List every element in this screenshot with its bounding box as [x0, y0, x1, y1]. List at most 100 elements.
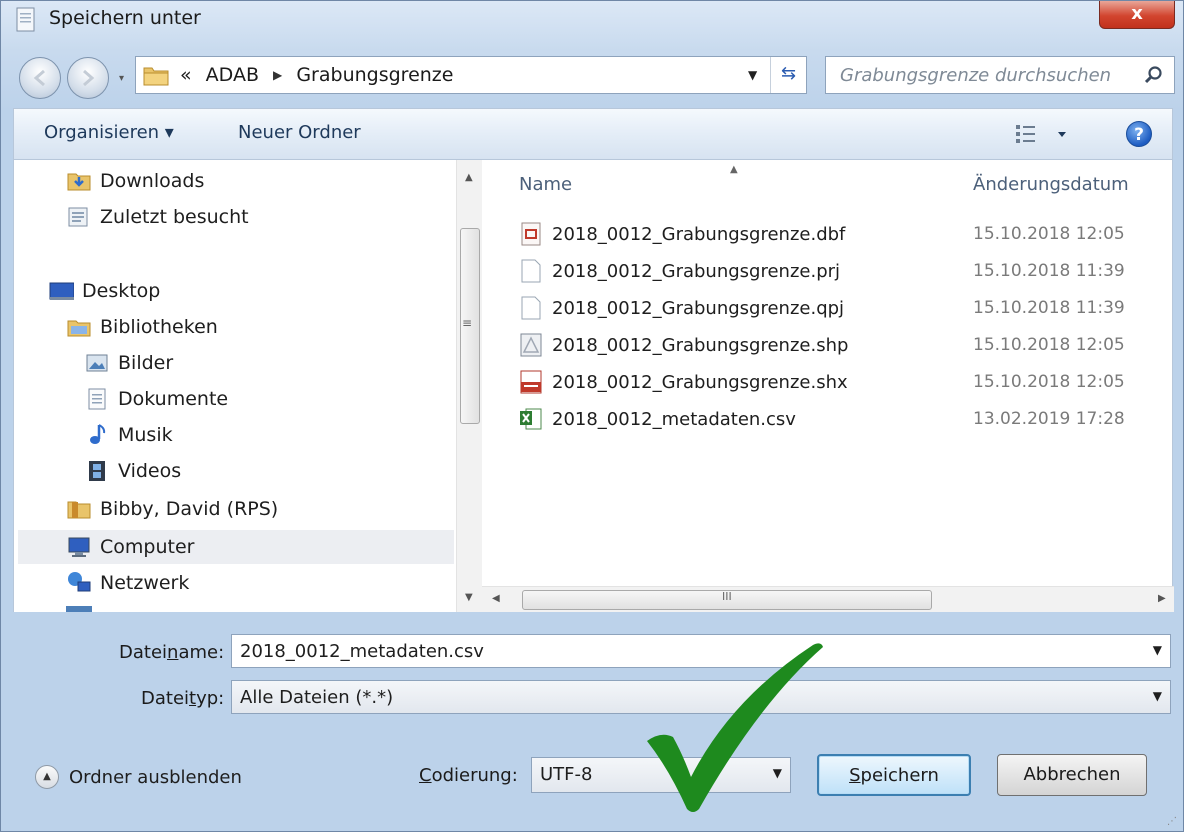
sidebar-item-documents[interactable]: Dokumente: [84, 382, 228, 416]
sidebar-item-downloads[interactable]: Downloads: [66, 164, 204, 198]
file-name: 2018_0012_Grabungsgrenze.shx: [552, 371, 848, 393]
file-date: 15.10.2018 11:39: [973, 298, 1125, 318]
command-bar: Organisieren ▾ Neuer Ordner ?: [13, 108, 1173, 160]
file-date: 13.02.2019 17:28: [973, 409, 1125, 429]
user-folder-icon: [66, 496, 92, 522]
encoding-value: UTF-8: [540, 764, 593, 785]
navigation-scrollbar[interactable]: ▲ ≡ ▼: [456, 160, 482, 612]
forward-button[interactable]: [67, 57, 109, 99]
file-row[interactable]: 2018_0012_Grabungsgrenze.prj 15.10.2018 …: [518, 254, 1168, 288]
column-header-date[interactable]: Änderungsdatum: [973, 174, 1129, 195]
back-button[interactable]: [19, 57, 61, 99]
close-icon: x: [1131, 3, 1143, 24]
column-header-name[interactable]: Name: [519, 174, 572, 195]
collapse-arrow-icon: ▲: [35, 765, 59, 789]
sidebar-item-label: Bibby, David (RPS): [100, 498, 279, 520]
sidebar-item-videos[interactable]: Videos: [84, 454, 181, 488]
sidebar-item-user[interactable]: Bibby, David (RPS): [66, 492, 278, 526]
breadcrumb-separator-icon[interactable]: ▶: [273, 68, 282, 82]
new-folder-button[interactable]: Neuer Ordner: [238, 122, 361, 143]
breadcrumb-overflow[interactable]: «: [180, 64, 192, 86]
file-row[interactable]: 2018_0012_metadaten.csv 13.02.2019 17:28: [518, 402, 1168, 436]
chevron-down-icon[interactable]: ▼: [1153, 643, 1162, 657]
file-name: 2018_0012_Grabungsgrenze.dbf: [552, 223, 846, 245]
sidebar-item-network[interactable]: Netzwerk: [66, 566, 189, 600]
refresh-icon[interactable]: ⇆: [770, 57, 806, 93]
sidebar-item-recent[interactable]: Zuletzt besucht: [66, 200, 249, 234]
window-document-icon: [13, 6, 39, 34]
file-list-horizontal-scrollbar[interactable]: ◀ III ▶: [482, 586, 1174, 612]
recent-locations-dropdown[interactable]: ▾: [119, 73, 124, 84]
sidebar-item-computer[interactable]: Computer: [18, 530, 454, 564]
green-checkmark-icon: [647, 643, 823, 812]
view-options-icon: [1016, 125, 1066, 143]
sidebar-item-label: Musik: [118, 424, 173, 446]
sidebar-item-label: Computer: [100, 536, 195, 558]
downloads-folder-icon: [66, 168, 92, 194]
desktop-icon: [48, 278, 75, 304]
sidebar-item-label: Downloads: [100, 170, 205, 192]
shp-file-icon: [518, 332, 544, 358]
recent-places-icon: [66, 204, 92, 230]
file-list: ▲ Name Änderungsdatum 2018_0012_Grabungs…: [482, 160, 1174, 586]
videos-icon: [84, 458, 110, 484]
help-icon[interactable]: ?: [1126, 121, 1152, 147]
change-view-button[interactable]: [1014, 123, 1070, 150]
file-row[interactable]: 2018_0012_Grabungsgrenze.qpj 15.10.2018 …: [518, 291, 1168, 325]
excel-csv-file-icon: [518, 406, 544, 432]
window-title: Speichern unter: [49, 7, 201, 29]
navigation-pane: Downloads Zuletzt besucht Desktop Biblio…: [14, 160, 456, 612]
scroll-down-arrow-icon[interactable]: ▼: [465, 592, 473, 603]
sidebar-item-label: Zuletzt besucht: [100, 206, 249, 228]
save-as-dialog: Speichern unter x ▾ « ADAB ▶ Grabungsgre…: [0, 0, 1184, 832]
pictures-icon: [84, 350, 110, 376]
file-date: 15.10.2018 12:05: [973, 335, 1125, 355]
file-date: 15.10.2018 11:39: [973, 261, 1125, 281]
filename-label: Dateiname:: [119, 642, 225, 663]
breadcrumb-grabungsgrenze[interactable]: Grabungsgrenze: [296, 64, 453, 86]
save-button[interactable]: Speichern: [817, 754, 971, 796]
file-row[interactable]: 2018_0012_Grabungsgrenze.dbf 15.10.2018 …: [518, 217, 1168, 251]
address-bar[interactable]: « ADAB ▶ Grabungsgrenze ▼ ⇆: [135, 56, 807, 94]
sidebar-item-label: Netzwerk: [100, 572, 190, 594]
horizontal-scrollbar-grip-icon: III: [722, 590, 732, 603]
forward-arrow-icon: [83, 69, 95, 87]
address-dropdown-icon[interactable]: ▼: [748, 68, 757, 82]
file-row[interactable]: 2018_0012_Grabungsgrenze.shp 15.10.2018 …: [518, 328, 1168, 362]
filetype-label: Dateityp:: [141, 688, 225, 709]
sidebar-item-desktop[interactable]: Desktop: [48, 274, 160, 308]
hide-folders-label: Ordner ausblenden: [69, 766, 242, 788]
blank-file-icon: [518, 258, 544, 284]
sidebar-item-music[interactable]: Musik: [84, 418, 173, 452]
back-arrow-icon: [33, 69, 45, 87]
search-input[interactable]: Grabungsgrenze durchsuchen: [825, 56, 1175, 94]
network-icon: [66, 570, 92, 596]
resize-grip-icon[interactable]: ⋰: [1167, 816, 1177, 827]
sidebar-item-pictures[interactable]: Bilder: [84, 346, 173, 380]
blank-file-icon: [518, 295, 544, 321]
search-icon[interactable]: [1144, 65, 1164, 90]
music-icon: [84, 422, 110, 448]
shx-file-icon: [518, 369, 544, 395]
documents-icon: [84, 386, 110, 412]
scroll-left-arrow-icon[interactable]: ◀: [492, 593, 500, 604]
scroll-right-arrow-icon[interactable]: ▶: [1158, 593, 1166, 604]
hide-folders-button[interactable]: ▲ Ordner ausblenden: [35, 765, 242, 789]
chevron-down-icon[interactable]: ▼: [1153, 689, 1162, 703]
sidebar-item-label: Bilder: [118, 352, 174, 374]
scroll-up-arrow-icon[interactable]: ▲: [465, 172, 473, 183]
dbf-file-icon: [518, 221, 544, 247]
cancel-button[interactable]: Abbrechen: [997, 754, 1147, 796]
close-button[interactable]: x: [1099, 1, 1175, 29]
browser-content: Downloads Zuletzt besucht Desktop Biblio…: [13, 160, 1174, 612]
file-name: 2018_0012_Grabungsgrenze.shp: [552, 334, 849, 356]
file-row[interactable]: 2018_0012_Grabungsgrenze.shx 15.10.2018 …: [518, 365, 1168, 399]
encoding-label: Codierung:: [419, 765, 518, 786]
organize-menu-button[interactable]: Organisieren ▾: [44, 122, 174, 143]
sidebar-item-label: Bibliotheken: [100, 316, 218, 338]
sidebar-item-libraries[interactable]: Bibliotheken: [66, 310, 218, 344]
breadcrumb-adab[interactable]: ADAB: [206, 64, 259, 86]
libraries-icon: [66, 314, 92, 340]
file-name: 2018_0012_Grabungsgrenze.prj: [552, 260, 841, 282]
scrollbar-grip-icon: ≡: [462, 316, 473, 330]
